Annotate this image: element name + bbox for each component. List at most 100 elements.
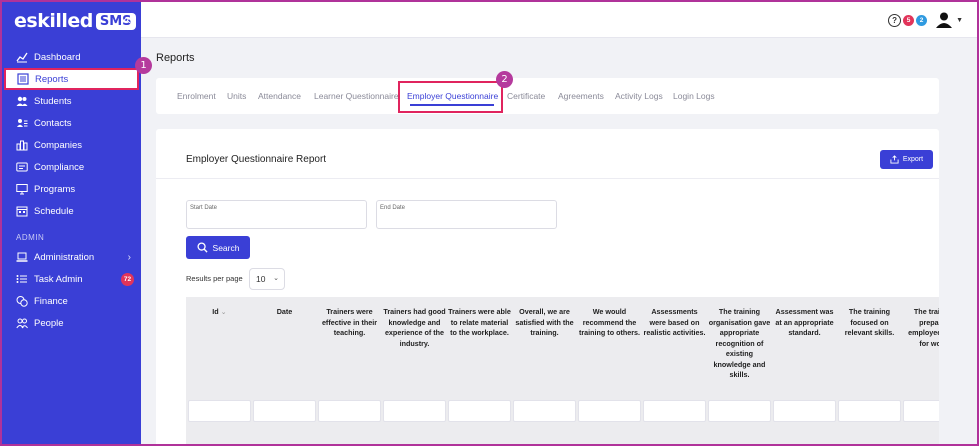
report-table: Id ⌄ Date Trainers were effective in the…	[186, 297, 939, 444]
chart-line-icon	[16, 51, 28, 63]
sidebar-item-label: Programs	[34, 183, 76, 195]
topbar: ? 5 2 ▼	[141, 2, 977, 38]
tab-attendance[interactable]: Attendance	[258, 91, 301, 101]
report-card: Employer Questionnaire Report Export Sta…	[156, 129, 939, 444]
chevron-right-icon: ›	[127, 251, 131, 263]
column-filter-input[interactable]	[773, 400, 836, 422]
coins-icon	[16, 295, 28, 307]
column-header[interactable]: Trainers were able to relate material to…	[448, 307, 511, 339]
sidebar-item-label: Students	[34, 95, 72, 107]
export-button[interactable]: Export	[880, 150, 933, 169]
calendar-icon	[16, 205, 28, 217]
start-date-label: Start Date	[190, 205, 218, 211]
column-filter-input[interactable]	[513, 400, 576, 422]
admin-section-label: ADMIN	[16, 232, 45, 242]
notification-badge-red[interactable]: 5	[903, 14, 915, 26]
sidebar-item-label: Administration	[34, 251, 95, 263]
tab-activity-logs[interactable]: Activity Logs	[615, 91, 663, 101]
sidebar-nav: Dashboard Reports Students Contacts Comp…	[2, 46, 141, 334]
sidebar-item-reports[interactable]: Reports	[4, 68, 139, 90]
column-header[interactable]: Assessments were based on realistic acti…	[643, 307, 706, 339]
search-button[interactable]: Search	[186, 236, 250, 259]
column-filter-input[interactable]	[253, 400, 316, 422]
contact-card-icon	[16, 117, 28, 129]
sidebar-item-contacts[interactable]: Contacts	[2, 112, 141, 134]
column-header-id[interactable]: Id ⌄	[188, 307, 251, 318]
building-icon	[16, 139, 28, 151]
sidebar-item-label: Finance	[34, 295, 68, 307]
topbar-actions: ? 5 2 ▼	[888, 11, 963, 29]
help-icon[interactable]: ?	[888, 13, 902, 27]
sidebar-item-task-admin[interactable]: Task Admin 72	[2, 268, 141, 290]
column-filter-input[interactable]	[188, 400, 251, 422]
sidebar: eskilled SMS « Dashboard Reports Student…	[2, 2, 141, 444]
column-filter-input[interactable]	[448, 400, 511, 422]
sidebar-item-programs[interactable]: Programs	[2, 178, 141, 200]
sidebar-item-students[interactable]: Students	[2, 90, 141, 112]
column-header[interactable]: Overall, we are satisfied with the train…	[513, 307, 576, 339]
header-divider	[156, 178, 939, 179]
tab-learner-questionnaire[interactable]: Learner Questionnaire	[314, 91, 399, 101]
column-filter-input[interactable]	[383, 400, 446, 422]
sidebar-item-dashboard[interactable]: Dashboard	[2, 46, 141, 68]
column-header[interactable]: The training focused on relevant skills.	[838, 307, 901, 339]
sidebar-item-label: Dashboard	[34, 51, 81, 63]
tab-enrolment[interactable]: Enrolment	[177, 91, 216, 101]
sidebar-item-people[interactable]: People	[2, 312, 141, 334]
brand-logo[interactable]: eskilled SMS	[14, 10, 136, 32]
sidebar-item-finance[interactable]: Finance	[2, 290, 141, 312]
users-icon	[16, 95, 28, 107]
column-filter-input[interactable]	[578, 400, 641, 422]
results-per-page-select[interactable]: 10 ⌄	[249, 268, 285, 290]
list-icon	[16, 273, 28, 285]
sidebar-item-label: Companies	[34, 139, 83, 151]
sidebar-item-compliance[interactable]: Compliance	[2, 156, 141, 178]
sidebar-item-label: People	[34, 317, 64, 329]
column-header[interactable]: Date	[253, 307, 316, 318]
sidebar-item-label: Schedule	[34, 205, 74, 217]
sidebar-item-schedule[interactable]: Schedule	[2, 200, 141, 222]
highlight-box-tab	[398, 81, 503, 113]
column-filter-input[interactable]	[903, 400, 939, 422]
column-header[interactable]: Trainers were effective in their teachin…	[318, 307, 381, 339]
report-tabs: Enrolment Units Attendance Learner Quest…	[156, 78, 939, 114]
column-header[interactable]: The training organisation gave appropria…	[708, 307, 771, 381]
tab-certificate[interactable]: Certificate	[507, 91, 545, 101]
task-count-badge: 72	[121, 272, 134, 286]
results-per-page-value: 10	[256, 274, 266, 284]
end-date-label: End Date	[380, 205, 406, 211]
user-avatar-icon[interactable]	[935, 11, 953, 29]
chevron-down-icon: ⌄	[273, 275, 279, 282]
sidebar-item-label: Task Admin	[34, 273, 83, 285]
chevron-down-icon[interactable]: ▼	[956, 17, 963, 24]
results-per-page-label: Results per page	[186, 274, 243, 283]
column-filter-input[interactable]	[708, 400, 771, 422]
start-date-field[interactable]: Start Date	[186, 200, 367, 229]
people-icon	[16, 317, 28, 329]
tab-units[interactable]: Units	[227, 91, 246, 101]
tab-agreements[interactable]: Agreements	[558, 91, 604, 101]
column-filter-input[interactable]	[643, 400, 706, 422]
tab-login-logs[interactable]: Login Logs	[673, 91, 715, 101]
id-card-icon	[16, 161, 28, 173]
column-filter-input[interactable]	[318, 400, 381, 422]
column-header[interactable]: Assessment was at an appropriate standar…	[773, 307, 836, 339]
collapse-sidebar-icon[interactable]: «	[123, 11, 131, 27]
sidebar-item-label: Contacts	[34, 117, 72, 129]
sidebar-item-companies[interactable]: Companies	[2, 134, 141, 156]
column-header[interactable]: The training prepared employees well for…	[903, 307, 939, 349]
sidebar-item-label: Compliance	[34, 161, 85, 173]
search-icon	[196, 242, 208, 253]
sidebar-item-label: Reports	[35, 73, 69, 85]
column-filter-input[interactable]	[838, 400, 901, 422]
app-frame: eskilled SMS « Dashboard Reports Student…	[0, 0, 979, 446]
report-icon	[17, 73, 29, 85]
callout-step-2: 2	[496, 71, 513, 88]
export-label: Export	[902, 156, 924, 163]
sidebar-item-administration[interactable]: Administration ›	[2, 246, 141, 268]
column-header[interactable]: We would recommend the training to other…	[578, 307, 641, 339]
notification-badge-blue[interactable]: 2	[916, 14, 928, 26]
end-date-field[interactable]: End Date	[376, 200, 557, 229]
export-icon	[890, 155, 899, 164]
column-header[interactable]: Trainers had good knowledge and experien…	[383, 307, 446, 349]
